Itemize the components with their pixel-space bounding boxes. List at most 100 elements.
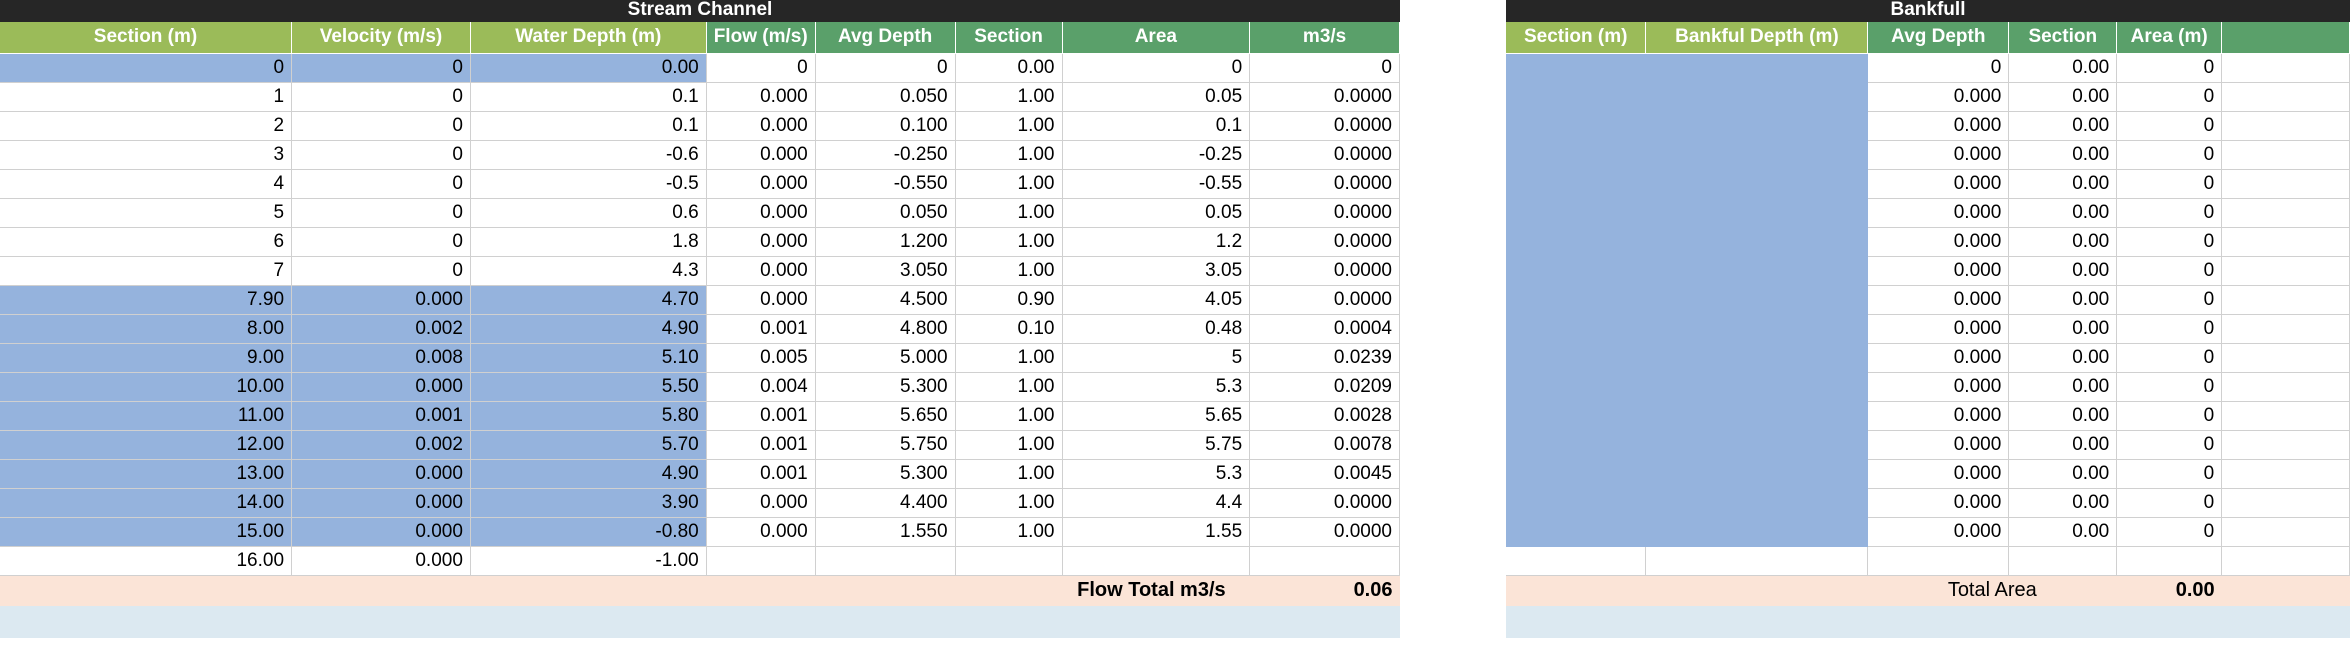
data-cell[interactable]: 0.0045	[1249, 459, 1400, 489]
data-cell[interactable]: 0.004	[706, 372, 816, 402]
data-cell[interactable]: 0.05	[1062, 82, 1251, 112]
data-cell[interactable]: 0	[2116, 82, 2223, 112]
data-cell[interactable]: 0.000	[706, 488, 816, 518]
flow-total-value[interactable]: 0.06	[1249, 575, 1400, 606]
data-cell[interactable]: 3.05	[1062, 256, 1251, 286]
data-cell[interactable]: 0.00	[2008, 111, 2118, 141]
data-cell[interactable]	[1249, 546, 1400, 576]
data-cell[interactable]: 0	[2116, 517, 2223, 547]
data-cell[interactable]: 5.65	[1062, 401, 1251, 431]
data-cell[interactable]: 0.000	[1867, 372, 2010, 402]
data-cell[interactable]	[1506, 343, 1647, 373]
data-cell[interactable]: 0.1	[470, 82, 707, 112]
data-cell[interactable]: 0.000	[291, 546, 471, 576]
data-cell[interactable]	[2221, 488, 2350, 518]
data-cell[interactable]: 5.300	[815, 372, 956, 402]
data-cell[interactable]: -0.5	[470, 169, 707, 199]
data-cell[interactable]: 0.00	[2008, 198, 2118, 228]
data-cell[interactable]: 0.0000	[1249, 140, 1400, 170]
data-cell[interactable]: 0.00	[2008, 256, 2118, 286]
data-cell[interactable]: 4.05	[1062, 285, 1251, 315]
data-cell[interactable]: 0	[2116, 372, 2223, 402]
data-cell[interactable]	[1506, 82, 1647, 112]
data-cell[interactable]: 0.00	[2008, 430, 2118, 460]
data-cell[interactable]: 7.90	[0, 285, 293, 315]
data-cell[interactable]: 0	[2116, 459, 2223, 489]
data-cell[interactable]	[1645, 198, 1869, 228]
data-cell[interactable]	[2221, 256, 2350, 286]
data-cell[interactable]: 0.000	[706, 198, 816, 228]
data-cell[interactable]	[2221, 430, 2350, 460]
data-cell[interactable]: 0	[2116, 430, 2223, 460]
data-cell[interactable]: 0.90	[955, 285, 1063, 315]
data-cell[interactable]: 16.00	[0, 546, 293, 576]
data-cell[interactable]: 4.800	[815, 314, 956, 344]
data-cell[interactable]: 0	[0, 53, 293, 83]
data-cell[interactable]: 0.00	[2008, 82, 2118, 112]
data-cell[interactable]: 0.00	[2008, 314, 2118, 344]
data-cell[interactable]	[2221, 111, 2350, 141]
data-cell[interactable]: 0	[2116, 314, 2223, 344]
data-cell[interactable]: 2	[0, 111, 293, 141]
data-cell[interactable]: 0.0000	[1249, 111, 1400, 141]
data-cell[interactable]: 5.650	[815, 401, 956, 431]
data-cell[interactable]: 0.000	[291, 459, 471, 489]
data-cell[interactable]: 0	[1249, 53, 1400, 83]
data-cell[interactable]	[1506, 430, 1647, 460]
data-cell[interactable]	[2221, 198, 2350, 228]
data-cell[interactable]: -0.250	[815, 140, 956, 170]
data-cell[interactable]: 0	[815, 53, 956, 83]
data-cell[interactable]	[1645, 372, 1869, 402]
data-cell[interactable]: 0	[706, 53, 816, 83]
data-cell[interactable]: 3.90	[470, 488, 707, 518]
data-cell[interactable]: 0	[291, 198, 471, 228]
data-cell[interactable]: 0.002	[291, 314, 471, 344]
data-cell[interactable]: 4.3	[470, 256, 707, 286]
data-cell[interactable]	[955, 546, 1063, 576]
data-cell[interactable]: 5	[0, 198, 293, 228]
data-cell[interactable]	[1506, 401, 1647, 431]
data-cell[interactable]: 1.00	[955, 82, 1063, 112]
data-cell[interactable]	[1645, 140, 1869, 170]
data-cell[interactable]: 0	[2116, 401, 2223, 431]
data-cell[interactable]: 0	[2116, 285, 2223, 315]
data-cell[interactable]: 0.0000	[1249, 227, 1400, 257]
data-cell[interactable]: 0.000	[706, 82, 816, 112]
data-cell[interactable]: 4.4	[1062, 488, 1251, 518]
data-cell[interactable]	[1506, 198, 1647, 228]
data-cell[interactable]: 9.00	[0, 343, 293, 373]
data-cell[interactable]: 0.0004	[1249, 314, 1400, 344]
data-cell[interactable]	[1506, 488, 1647, 518]
data-cell[interactable]: 5.75	[1062, 430, 1251, 460]
data-cell[interactable]	[1506, 256, 1647, 286]
data-cell[interactable]: 15.00	[0, 517, 293, 547]
data-cell[interactable]: 1.8	[470, 227, 707, 257]
data-cell[interactable]: 5.10	[470, 343, 707, 373]
data-cell[interactable]: 0	[1062, 53, 1251, 83]
data-cell[interactable]: -0.80	[470, 517, 707, 547]
data-cell[interactable]: 5.000	[815, 343, 956, 373]
data-cell[interactable]: 4.90	[470, 314, 707, 344]
data-cell[interactable]: 0.000	[1867, 198, 2010, 228]
data-cell[interactable]: 0	[291, 111, 471, 141]
data-cell[interactable]: 0.000	[1867, 517, 2010, 547]
data-cell[interactable]: 0.00	[2008, 401, 2118, 431]
data-cell[interactable]: 4.90	[470, 459, 707, 489]
data-cell[interactable]: 0.10	[955, 314, 1063, 344]
data-cell[interactable]	[2221, 401, 2350, 431]
data-cell[interactable]: 0.1	[470, 111, 707, 141]
data-cell[interactable]	[2221, 140, 2350, 170]
data-cell[interactable]: 0.001	[706, 314, 816, 344]
data-cell[interactable]	[815, 546, 956, 576]
data-cell[interactable]: 0.48	[1062, 314, 1251, 344]
data-cell[interactable]: 0.000	[706, 227, 816, 257]
data-cell[interactable]	[1645, 111, 1869, 141]
data-cell[interactable]	[1645, 169, 1869, 199]
data-cell[interactable]: 0.00	[2008, 53, 2118, 83]
data-cell[interactable]: 0.050	[815, 82, 956, 112]
data-cell[interactable]	[2221, 227, 2350, 257]
data-cell[interactable]: 1.00	[955, 198, 1063, 228]
data-cell[interactable]: 5.3	[1062, 372, 1251, 402]
data-cell[interactable]	[1645, 517, 1869, 547]
data-cell[interactable]: 1.00	[955, 459, 1063, 489]
